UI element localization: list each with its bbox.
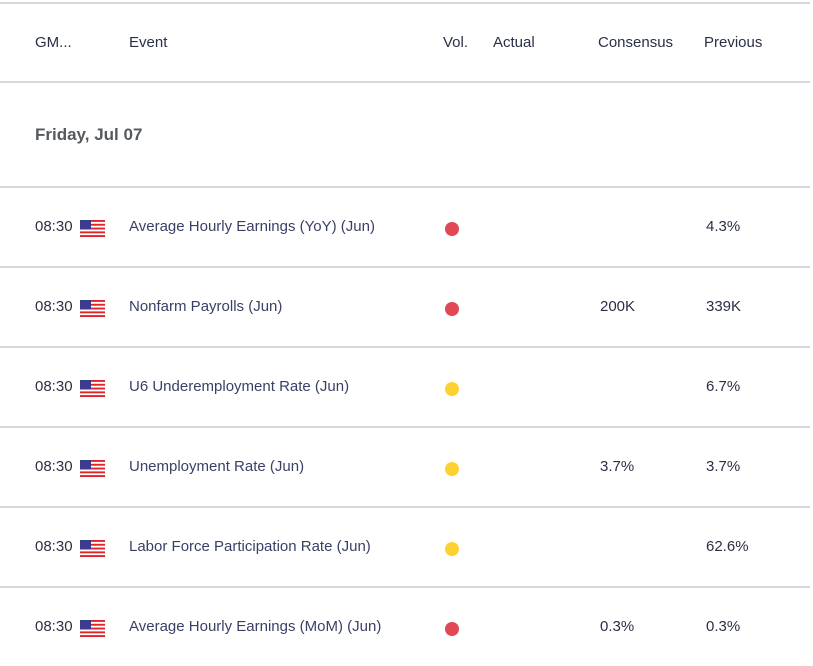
volatility-high-indicator [445,302,459,316]
column-header-previous[interactable]: Previous [704,34,762,51]
us-flag-icon [80,620,105,637]
event-name[interactable]: Labor Force Participation Rate (Jun) [129,538,371,555]
date-group-header: Friday, Jul 07 [0,83,810,188]
previous-value: 6.7% [706,378,741,395]
consensus-value: 3.7% [600,458,635,475]
previous-value: 3.7% [706,458,741,475]
event-time: 08:30 [35,218,73,235]
event-row[interactable]: 08:30 Average Hourly Earnings (YoY) (Jun… [0,188,810,268]
event-time: 08:30 [35,538,73,555]
event-time: 08:30 [35,458,73,475]
column-header-event[interactable]: Event [129,34,167,51]
volatility-medium-indicator [445,382,459,396]
volatility-medium-indicator [445,462,459,476]
event-row[interactable]: 08:30 Nonfarm Payrolls (Jun) 200K 339K [0,268,810,348]
event-row[interactable]: 08:30 U6 Underemployment Rate (Jun) 6.7% [0,348,810,428]
column-header-actual[interactable]: Actual [493,34,535,51]
event-name[interactable]: U6 Underemployment Rate (Jun) [129,378,349,395]
event-name[interactable]: Nonfarm Payrolls (Jun) [129,298,282,315]
previous-value: 62.6% [706,538,749,555]
column-header-consensus[interactable]: Consensus [598,34,673,51]
event-time: 08:30 [35,618,73,635]
consensus-value: 200K [600,298,636,315]
event-row[interactable]: 08:30 Average Hourly Earnings (MoM) (Jun… [0,588,810,666]
event-name[interactable]: Unemployment Rate (Jun) [129,458,304,475]
economic-calendar: GM... Event Vol. Actual Consensus Previo… [0,0,813,654]
us-flag-icon [80,220,105,237]
us-flag-icon [80,460,105,477]
consensus-value: 0.3% [600,618,635,635]
column-header-time[interactable]: GM... [35,34,72,51]
date-label: Friday, Jul 07 [35,125,143,144]
event-row[interactable]: 08:30 Labor Force Participation Rate (Ju… [0,508,810,588]
event-name[interactable]: Average Hourly Earnings (YoY) (Jun) [129,218,375,235]
event-time: 08:30 [35,378,73,395]
volatility-high-indicator [445,222,459,236]
event-row[interactable]: 08:30 Unemployment Rate (Jun) 3.7% 3.7% [0,428,810,508]
us-flag-icon [80,540,105,557]
table-header: GM... Event Vol. Actual Consensus Previo… [0,4,810,83]
event-time: 08:30 [35,298,73,315]
previous-value: 4.3% [706,218,741,235]
volatility-medium-indicator [445,542,459,556]
previous-value: 0.3% [706,618,741,635]
volatility-high-indicator [445,622,459,636]
previous-value: 339K [706,298,742,315]
us-flag-icon [80,380,105,397]
event-name[interactable]: Average Hourly Earnings (MoM) (Jun) [129,618,381,635]
column-header-volatility[interactable]: Vol. [443,34,468,51]
us-flag-icon [80,300,105,317]
